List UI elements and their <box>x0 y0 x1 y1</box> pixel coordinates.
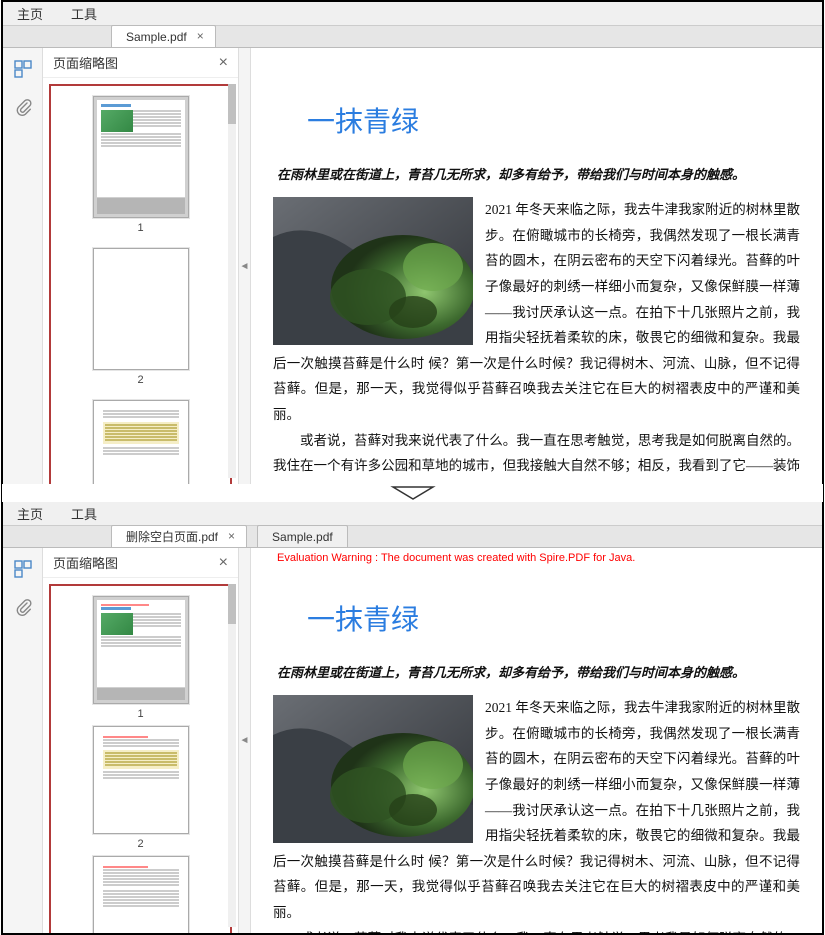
pdf-page: 一抹青绿 在雨林里或在街道上，青苔几无所求，却多有给予，带给我们与时间本身的触感… <box>273 48 800 484</box>
tab-removed-blank-pdf[interactable]: 删除空白页面.pdf × <box>111 525 247 547</box>
thumbnails-header: 页面缩略图 × <box>43 48 238 78</box>
thumbnails-icon[interactable] <box>12 58 34 80</box>
doc-image-moss <box>273 695 473 843</box>
doc-subtitle: 在雨林里或在街道上，青苔几无所求，却多有给予，带给我们与时间本身的触感。 <box>273 158 800 197</box>
doc-title: 一抹青绿 <box>273 564 800 656</box>
thumbnail-page-1[interactable]: 1 <box>93 596 189 720</box>
doc-body: 2021 年冬天来临之际，我去牛津我家附近的树林里散步。在俯瞰城市的长椅旁，我偶… <box>273 197 800 484</box>
tab-label: Sample.pdf <box>272 530 333 544</box>
doc-para-2: 或者说，苔藓对我来说代表了什么。我一直在思考触觉，思考我是如何脱离自然的。我住在… <box>273 926 800 933</box>
menubar: 主页 工具 <box>3 502 822 526</box>
doc-image-moss <box>273 197 473 345</box>
close-icon[interactable]: × <box>228 530 240 542</box>
document-view[interactable]: 一抹青绿 在雨林里或在街道上，青苔几无所求，却多有给予，带给我们与时间本身的触感… <box>251 48 822 484</box>
left-rail <box>3 48 43 484</box>
thumbnails-list: 1 2 <box>43 78 238 484</box>
doc-body: 2021 年冬天来临之际，我去牛津我家附近的树林里散步。在俯瞰城市的长椅旁，我偶… <box>273 695 800 933</box>
close-icon[interactable]: × <box>197 30 209 42</box>
pdf-viewer-before: 主页 工具 Sample.pdf × 页面缩略图 × <box>2 1 823 484</box>
splitter-handle[interactable]: ◄ <box>239 48 251 484</box>
menu-tools[interactable]: 工具 <box>57 2 111 25</box>
thumbnail-selection: 1 2 <box>49 84 232 484</box>
tab-bar: Sample.pdf × <box>3 26 822 48</box>
workspace: 页面缩略图 × <box>3 48 822 484</box>
tab-sample-pdf[interactable]: Sample.pdf <box>257 525 348 547</box>
scrollbar[interactable]: ▲ <box>228 84 236 478</box>
thumbnails-list: 1 2 <box>43 578 238 933</box>
pdf-viewer-after: 主页 工具 删除空白页面.pdf × Sample.pdf 页面缩略图 × <box>2 502 823 934</box>
attachment-icon[interactable] <box>12 96 34 118</box>
tab-label: Sample.pdf <box>126 30 187 44</box>
evaluation-warning: Evaluation Warning : The document was cr… <box>273 548 800 564</box>
thumbnails-panel: 页面缩略图 × <box>43 548 239 933</box>
attachment-icon[interactable] <box>12 596 34 618</box>
thumbnails-header: 页面缩略图 × <box>43 548 238 578</box>
thumbnail-page-1[interactable]: 1 <box>93 96 189 234</box>
left-rail <box>3 548 43 933</box>
doc-title: 一抹青绿 <box>273 66 800 158</box>
thumbnail-label: 2 <box>93 838 189 850</box>
menu-home[interactable]: 主页 <box>3 2 57 25</box>
before-after-arrow-icon <box>2 484 823 502</box>
doc-subtitle: 在雨林里或在街道上，青苔几无所求，却多有给予，带给我们与时间本身的触感。 <box>273 656 800 695</box>
thumbnail-label: 1 <box>93 222 189 234</box>
thumbnail-selection: 1 2 <box>49 584 232 933</box>
thumbnails-title: 页面缩略图 <box>53 553 118 572</box>
tab-label: 删除空白页面.pdf <box>126 528 218 545</box>
thumbnail-page-3[interactable]: 3 <box>93 400 189 484</box>
menu-home[interactable]: 主页 <box>3 502 57 525</box>
doc-para-2: 或者说，苔藓对我来说代表了什么。我一直在思考触觉，思考我是如何脱离自然的。我住在… <box>273 428 800 484</box>
splitter-handle[interactable]: ◄ <box>239 548 251 933</box>
pdf-page: 一抹青绿 在雨林里或在街道上，青苔几无所求，却多有给予，带给我们与时间本身的触感… <box>273 564 800 933</box>
thumbnail-page-2[interactable]: 2 <box>93 248 189 386</box>
thumbnail-page-2[interactable]: 2 <box>93 726 189 850</box>
tab-bar: 删除空白页面.pdf × Sample.pdf <box>3 526 822 548</box>
close-icon[interactable]: × <box>219 54 228 72</box>
thumbnails-icon[interactable] <box>12 558 34 580</box>
menubar: 主页 工具 <box>3 2 822 26</box>
thumbnails-title: 页面缩略图 <box>53 53 118 72</box>
close-icon[interactable]: × <box>219 554 228 572</box>
document-view[interactable]: Evaluation Warning : The document was cr… <box>251 548 822 933</box>
thumbnails-panel: 页面缩略图 × <box>43 48 239 484</box>
scrollbar[interactable]: ▲ <box>228 584 236 927</box>
tab-sample-pdf[interactable]: Sample.pdf × <box>111 25 216 47</box>
workspace: 页面缩略图 × <box>3 548 822 933</box>
thumbnail-label: 2 <box>93 374 189 386</box>
thumbnail-label: 1 <box>93 708 189 720</box>
menu-tools[interactable]: 工具 <box>57 502 111 525</box>
thumbnail-page-3[interactable]: 3 <box>93 856 189 933</box>
